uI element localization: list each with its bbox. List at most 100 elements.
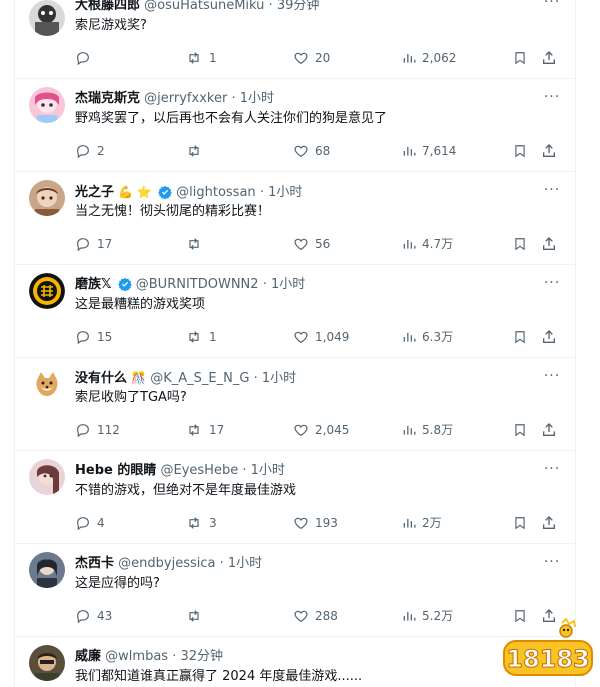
bookmark-button[interactable] (513, 234, 527, 254)
more-options-icon[interactable]: ··· (541, 275, 563, 295)
retweet-button[interactable] (185, 234, 209, 254)
like-button[interactable]: 20 (293, 48, 330, 68)
timestamp[interactable]: 1小时 (268, 185, 302, 200)
share-button[interactable] (541, 420, 557, 440)
retweet-button[interactable]: 17 (185, 420, 224, 440)
reply-count: 43 (97, 609, 113, 623)
like-button[interactable]: 193 (293, 513, 338, 533)
author-handle[interactable]: @jerryfxxker (144, 91, 227, 106)
share-button[interactable] (541, 327, 557, 347)
tweet[interactable]: 大根藤四郎 @osuHatsuneMiku · 39分钟 ··· 索尼游戏奖? … (15, 0, 575, 79)
reply-button[interactable]: 112 (75, 420, 120, 440)
timestamp[interactable]: 1小时 (271, 277, 305, 292)
author-handle[interactable]: @EyesHebe (161, 463, 239, 478)
bookmark-icon (515, 238, 525, 251)
avatar[interactable] (29, 459, 65, 495)
more-options-icon[interactable]: ··· (541, 554, 563, 574)
more-options-icon[interactable]: ··· (541, 182, 563, 202)
tweet-header: Hebe 的眼睛 @EyesHebe · 1小时 (75, 461, 285, 481)
tweet[interactable]: 磨族𝕏 @BURNITDOWNN2 · 1小时 ··· 这是最糟糕的游戏奖项 1… (15, 265, 575, 358)
timestamp[interactable]: 1小时 (262, 371, 296, 386)
retweet-icon (189, 424, 199, 436)
tweet-text: 野鸡奖罢了，以后再也不会有人关注你们的狗是意见了 (75, 111, 388, 126)
author-name[interactable]: Hebe 的眼睛 (75, 463, 156, 478)
bookmark-button[interactable] (513, 48, 527, 68)
reply-button[interactable] (75, 48, 97, 68)
author-name[interactable]: 大根藤四郎 (75, 0, 140, 13)
views-button[interactable]: 5.2万 (402, 606, 453, 626)
bookmark-button[interactable] (513, 141, 527, 161)
like-button[interactable]: 288 (293, 606, 338, 626)
author-name[interactable]: 杰西卡 (75, 556, 114, 571)
views-button[interactable]: 4.7万 (402, 234, 453, 254)
author-name[interactable]: 光之子 (75, 185, 114, 200)
author-handle[interactable]: @wlmbas (105, 649, 168, 664)
like-button[interactable]: 56 (293, 234, 330, 254)
more-options-icon[interactable]: ··· (541, 368, 563, 388)
bookmark-button[interactable] (513, 327, 527, 347)
avatar[interactable] (29, 0, 65, 36)
retweet-button[interactable] (185, 606, 209, 626)
timestamp[interactable]: 1小时 (228, 556, 262, 571)
share-button[interactable] (541, 234, 557, 254)
share-button[interactable] (541, 141, 557, 161)
timestamp[interactable]: 1小时 (251, 463, 285, 478)
avatar[interactable] (29, 552, 65, 588)
timestamp[interactable]: 1小时 (240, 91, 274, 106)
tweet[interactable]: 杰西卡 @endbyjessica · 1小时 ··· 这是应得的吗? 43 2… (15, 544, 575, 637)
avatar[interactable] (29, 273, 65, 309)
share-button[interactable] (541, 513, 557, 533)
retweet-button[interactable]: 1 (185, 48, 217, 68)
timestamp[interactable]: 39分钟 (277, 0, 320, 13)
author-name[interactable]: 威廉 (75, 649, 101, 664)
share-icon (543, 330, 555, 343)
views-button[interactable]: 2万 (402, 513, 442, 533)
tweet[interactable]: 没有什么 🎊 @K_A_S_E_N_G · 1小时 ··· 索尼收购了TGA吗?… (15, 358, 575, 451)
views-button[interactable]: 5.8万 (402, 420, 453, 440)
reply-button[interactable]: 2 (75, 141, 105, 161)
retweet-button[interactable]: 1 (185, 327, 217, 347)
separator-dot: · (219, 556, 224, 571)
avatar[interactable] (29, 180, 65, 216)
tweet[interactable]: 光之子 💪 ⭐ @lightossan · 1小时 ··· 当之无愧！彻头彻尾的… (15, 172, 575, 265)
like-button[interactable]: 1,049 (293, 327, 349, 347)
more-options-icon[interactable]: ··· (541, 0, 563, 14)
author-name[interactable]: 没有什么 (75, 371, 127, 386)
author-handle[interactable]: @K_A_S_E_N_G (150, 371, 249, 386)
tweet[interactable]: 杰瑞克斯克 @jerryfxxker · 1小时 ··· 野鸡奖罢了，以后再也不… (15, 79, 575, 172)
author-name[interactable]: 磨族𝕏 (75, 277, 111, 292)
views-button[interactable]: 2,062 (402, 48, 456, 68)
retweet-button[interactable] (185, 141, 209, 161)
author-handle[interactable]: @osuHatsuneMiku (144, 0, 264, 13)
timestamp[interactable]: 32分钟 (180, 649, 223, 664)
share-button[interactable] (541, 48, 557, 68)
like-button[interactable]: 68 (293, 141, 330, 161)
reply-button[interactable]: 15 (75, 327, 112, 347)
author-handle[interactable]: @lightossan (176, 185, 256, 200)
heart-icon (294, 331, 308, 344)
tweet[interactable]: 威廉 @wlmbas · 32分钟 ··· 我们都知道谁真正赢得了 2024 年… (15, 637, 575, 687)
author-handle[interactable]: @BURNITDOWNN2 (136, 277, 259, 292)
reply-icon (77, 610, 89, 624)
avatar[interactable] (29, 366, 65, 402)
more-options-icon[interactable]: ··· (541, 89, 563, 109)
retweet-count: 17 (209, 423, 225, 437)
reply-button[interactable]: 43 (75, 606, 112, 626)
views-button[interactable]: 7,614 (402, 141, 456, 161)
author-name[interactable]: 杰瑞克斯克 (75, 91, 140, 106)
tweet[interactable]: Hebe 的眼睛 @EyesHebe · 1小时 ··· 不错的游戏，但绝对不是… (15, 451, 575, 544)
reply-button[interactable]: 17 (75, 234, 112, 254)
author-handle[interactable]: @endbyjessica (118, 556, 215, 571)
retweet-button[interactable]: 3 (185, 513, 217, 533)
views-button[interactable]: 6.3万 (402, 327, 453, 347)
avatar[interactable] (29, 645, 65, 681)
reply-count: 15 (97, 330, 113, 344)
avatar[interactable] (29, 87, 65, 123)
tweet-actions: 112 17 2,045 5.8万 (75, 420, 565, 440)
like-button[interactable]: 2,045 (293, 420, 349, 440)
bookmark-button[interactable] (513, 420, 527, 440)
reply-button[interactable]: 4 (75, 513, 105, 533)
more-options-icon[interactable]: ··· (541, 461, 563, 481)
tweet-actions: 4 3 193 2万 (75, 513, 565, 533)
bookmark-button[interactable] (513, 513, 527, 533)
